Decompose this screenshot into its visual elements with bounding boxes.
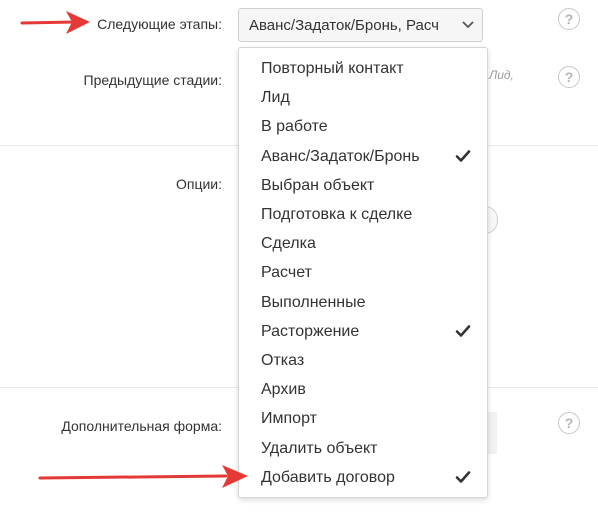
dropdown-option-label: Выполненные (261, 293, 366, 311)
dropdown-option-label: Сделка (261, 235, 316, 253)
prev-stages-partial-text: Лид, (489, 68, 514, 82)
options-label: Опции: (175, 176, 222, 192)
extra-form-label: Дополнительная форма: (61, 418, 222, 434)
dropdown-option-label: В работе (261, 118, 328, 136)
dropdown-option-label: Удалить объект (261, 439, 378, 457)
dropdown-option[interactable]: Лид (239, 83, 487, 112)
dropdown-option[interactable]: Выполненные (239, 288, 487, 317)
dropdown-option[interactable]: Сделка (239, 229, 487, 258)
dropdown-option-label: Аванс/Задаток/Бронь (261, 147, 420, 165)
dropdown-option[interactable]: Повторный контакт (239, 54, 487, 83)
dropdown-option[interactable]: Выбран объект (239, 171, 487, 200)
dropdown-option-label: Выбран объект (261, 176, 375, 194)
help-icon[interactable]: ? (558, 66, 580, 88)
prev-stages-label: Предыдущие стадии: (83, 72, 222, 88)
next-stages-label: Следующие этапы: (97, 16, 222, 32)
dropdown-option[interactable]: Архив (239, 375, 487, 404)
dropdown-option-label: Импорт (261, 410, 317, 428)
dropdown-option[interactable]: Удалить объект (239, 434, 487, 463)
dropdown-option-label: Подготовка к сделке (261, 206, 413, 223)
dropdown-option-label: Повторный контакт (261, 60, 404, 77)
next-stages-select[interactable]: Аванс/Задаток/Бронь, Расч (238, 8, 483, 42)
dropdown-option-label: Добавить договор (261, 468, 395, 486)
dropdown-option[interactable]: Отказ (239, 346, 487, 375)
dropdown-option[interactable]: Расчет (239, 258, 487, 287)
dropdown-option[interactable]: Подготовка к сделке (239, 200, 487, 229)
stages-dropdown-list: Повторный контакт Лид В работе Аванс/Задато… (238, 47, 488, 498)
help-icon[interactable]: ? (558, 8, 580, 30)
extra-form-select-edge[interactable] (487, 412, 497, 454)
dropdown-option[interactable]: Импорт (239, 404, 487, 433)
dropdown-option[interactable]: Добавить договор (239, 463, 487, 492)
dropdown-option-label: Отказ (261, 352, 305, 369)
dropdown-option-label: Лид (261, 89, 290, 107)
checkmark-icon (455, 470, 471, 483)
annotation-arrow (38, 465, 248, 488)
chevron-down-icon (462, 21, 474, 29)
dropdown-option[interactable]: В работе (239, 112, 487, 141)
dropdown-option-label: Расчет (261, 264, 312, 282)
checkmark-icon (455, 149, 471, 162)
dropdown-option[interactable]: Расторжение (239, 317, 487, 346)
dropdown-option-label: Расторжение (261, 322, 360, 340)
dropdown-option[interactable]: Аванс/Задаток/Бронь (239, 142, 487, 171)
checkmark-icon (455, 324, 471, 337)
help-icon[interactable]: ? (558, 412, 580, 434)
annotation-arrow (20, 11, 90, 34)
next-stages-select-value: Аванс/Задаток/Бронь, Расч (249, 17, 439, 34)
dropdown-option-label: Архив (261, 381, 306, 399)
